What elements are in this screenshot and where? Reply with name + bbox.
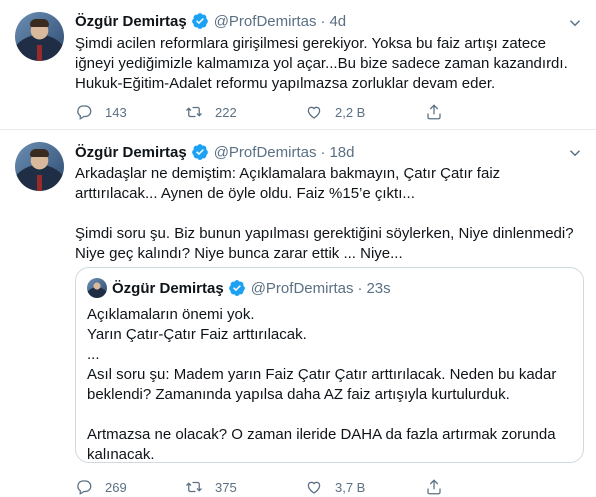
retweet-button[interactable]: 375 bbox=[185, 478, 305, 496]
share-button[interactable] bbox=[425, 103, 465, 121]
reply-button[interactable]: 143 bbox=[75, 103, 185, 121]
like-count: 3,7 B bbox=[335, 479, 366, 495]
like-count: 2,2 B bbox=[335, 104, 366, 120]
share-icon bbox=[427, 104, 441, 120]
like-button[interactable]: 3,7 B bbox=[305, 478, 425, 496]
tweet-timestamp[interactable]: 4d bbox=[329, 13, 346, 30]
tweet[interactable]: Özgür Demirtaş @ProfDemirtas · 4d Şimdi … bbox=[0, 0, 596, 130]
share-button[interactable] bbox=[425, 478, 465, 496]
chevron-down-icon[interactable] bbox=[566, 144, 584, 162]
separator-dot: · bbox=[320, 143, 326, 161]
retweet-icon bbox=[186, 481, 202, 493]
quoted-tweet-text: Açıklamaların önemi yok. Yarın Çatır-Çat… bbox=[87, 306, 557, 463]
separator-dot: · bbox=[320, 12, 326, 30]
author-name[interactable]: Özgür Demirtaş bbox=[75, 13, 187, 30]
tweet-actions: 143 222 2,2 B bbox=[75, 102, 505, 122]
heart-icon bbox=[307, 106, 321, 119]
reply-icon bbox=[77, 105, 92, 120]
quoted-tweet-timestamp: 23s bbox=[366, 279, 391, 297]
tweet-header: Özgür Demirtaş @ProfDemirtas · 18d bbox=[75, 142, 354, 162]
tweet-text: Şimdi acilen reformlara girişilmesi gere… bbox=[75, 35, 568, 92]
reply-button[interactable]: 269 bbox=[75, 478, 185, 496]
author-handle[interactable]: @ProfDemirtas bbox=[214, 13, 317, 30]
avatar[interactable] bbox=[15, 12, 64, 61]
share-icon bbox=[427, 479, 441, 495]
like-button[interactable]: 2,2 B bbox=[305, 103, 425, 121]
reply-icon bbox=[77, 480, 92, 495]
verified-badge-icon bbox=[228, 279, 246, 297]
tweet-header: Özgür Demirtaş @ProfDemirtas · 4d bbox=[75, 11, 346, 31]
avatar[interactable] bbox=[15, 142, 64, 191]
heart-icon bbox=[307, 481, 321, 494]
separator-dot: · bbox=[357, 279, 363, 297]
retweet-button[interactable]: 222 bbox=[185, 103, 305, 121]
quoted-tweet[interactable]: Özgür Demirtaş @ProfDemirtas · 23s Açıkl… bbox=[75, 267, 584, 463]
quoted-author-name: Özgür Demirtaş bbox=[112, 279, 224, 297]
tweet-timestamp[interactable]: 18d bbox=[329, 144, 354, 161]
tweet[interactable]: Özgür Demirtaş @ProfDemirtas · 18d Arkad… bbox=[0, 130, 596, 497]
chevron-down-icon[interactable] bbox=[566, 14, 584, 32]
quoted-author-handle: @ProfDemirtas bbox=[250, 279, 354, 297]
verified-badge-icon bbox=[191, 12, 209, 30]
avatar bbox=[87, 278, 107, 298]
reply-count: 143 bbox=[105, 104, 127, 120]
tweet-actions: 269 375 3,7 B bbox=[75, 477, 505, 497]
retweet-count: 222 bbox=[215, 104, 237, 120]
author-handle[interactable]: @ProfDemirtas bbox=[214, 144, 317, 161]
author-name[interactable]: Özgür Demirtaş bbox=[75, 144, 187, 161]
reply-count: 269 bbox=[105, 479, 127, 495]
tweet-text: Arkadaşlar ne demiştim: Açıklamalara bak… bbox=[75, 165, 574, 262]
retweet-count: 375 bbox=[215, 479, 237, 495]
quoted-tweet-header: Özgür Demirtaş @ProfDemirtas · 23s bbox=[87, 278, 391, 298]
retweet-icon bbox=[186, 106, 202, 118]
verified-badge-icon bbox=[191, 143, 209, 161]
